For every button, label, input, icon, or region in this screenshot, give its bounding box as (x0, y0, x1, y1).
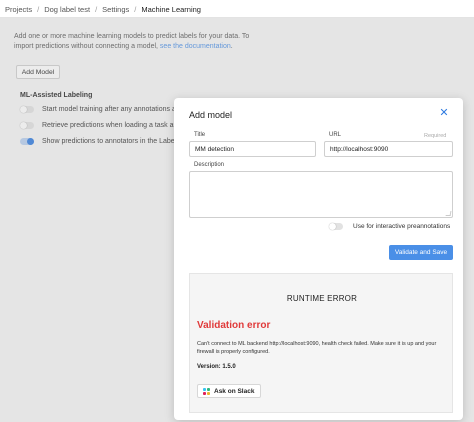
toggle-knob (329, 223, 336, 230)
modal-title: Add model (189, 110, 233, 120)
breadcrumb-project[interactable]: Dog label test (44, 5, 90, 14)
ask-on-slack-button[interactable]: Ask on Slack (197, 384, 262, 398)
resize-handle-icon[interactable] (445, 211, 452, 216)
title-label: Title (194, 132, 206, 138)
url-label: URL (329, 132, 342, 138)
breadcrumb: Projects / Dog label test / Settings / Machine… (0, 0, 474, 18)
breadcrumb-separator: / (134, 5, 137, 14)
breadcrumb-projects[interactable]: Projects (5, 5, 32, 14)
version-text: Version: 1.5.0 (197, 364, 236, 370)
breadcrumb-separator: / (37, 5, 40, 14)
breadcrumb-settings[interactable]: Settings (102, 5, 129, 14)
description-label: Description (194, 162, 225, 168)
runtime-error-title: RUNTIME ERROR (286, 294, 358, 303)
breadcrumb-separator: / (95, 5, 98, 14)
error-message: Can't connect to ML backend http://local… (197, 341, 437, 355)
close-icon[interactable]: ✕ (438, 107, 450, 119)
slack-icon (203, 387, 210, 395)
validate-and-save-button[interactable]: Validate and Save (389, 245, 453, 260)
interactive-preannotations-label: Use for interactive preannotations (353, 223, 451, 230)
url-input[interactable] (324, 141, 453, 157)
add-model-modal: Add model ✕ Title URL Required Descripti… (174, 98, 463, 420)
validation-error-title: Validation error (197, 320, 271, 331)
breadcrumb-current: Machine Learning (141, 5, 201, 14)
description-textarea[interactable] (189, 171, 453, 218)
error-panel: RUNTIME ERROR Validation error Can't con… (189, 273, 453, 413)
interactive-preannotations-row: Use for interactive preannotations (329, 223, 450, 230)
url-required: Required (424, 133, 447, 139)
toggle-interactive-preannotations[interactable] (329, 223, 343, 230)
slack-label: Ask on Slack (214, 387, 255, 395)
title-input[interactable] (189, 141, 316, 157)
